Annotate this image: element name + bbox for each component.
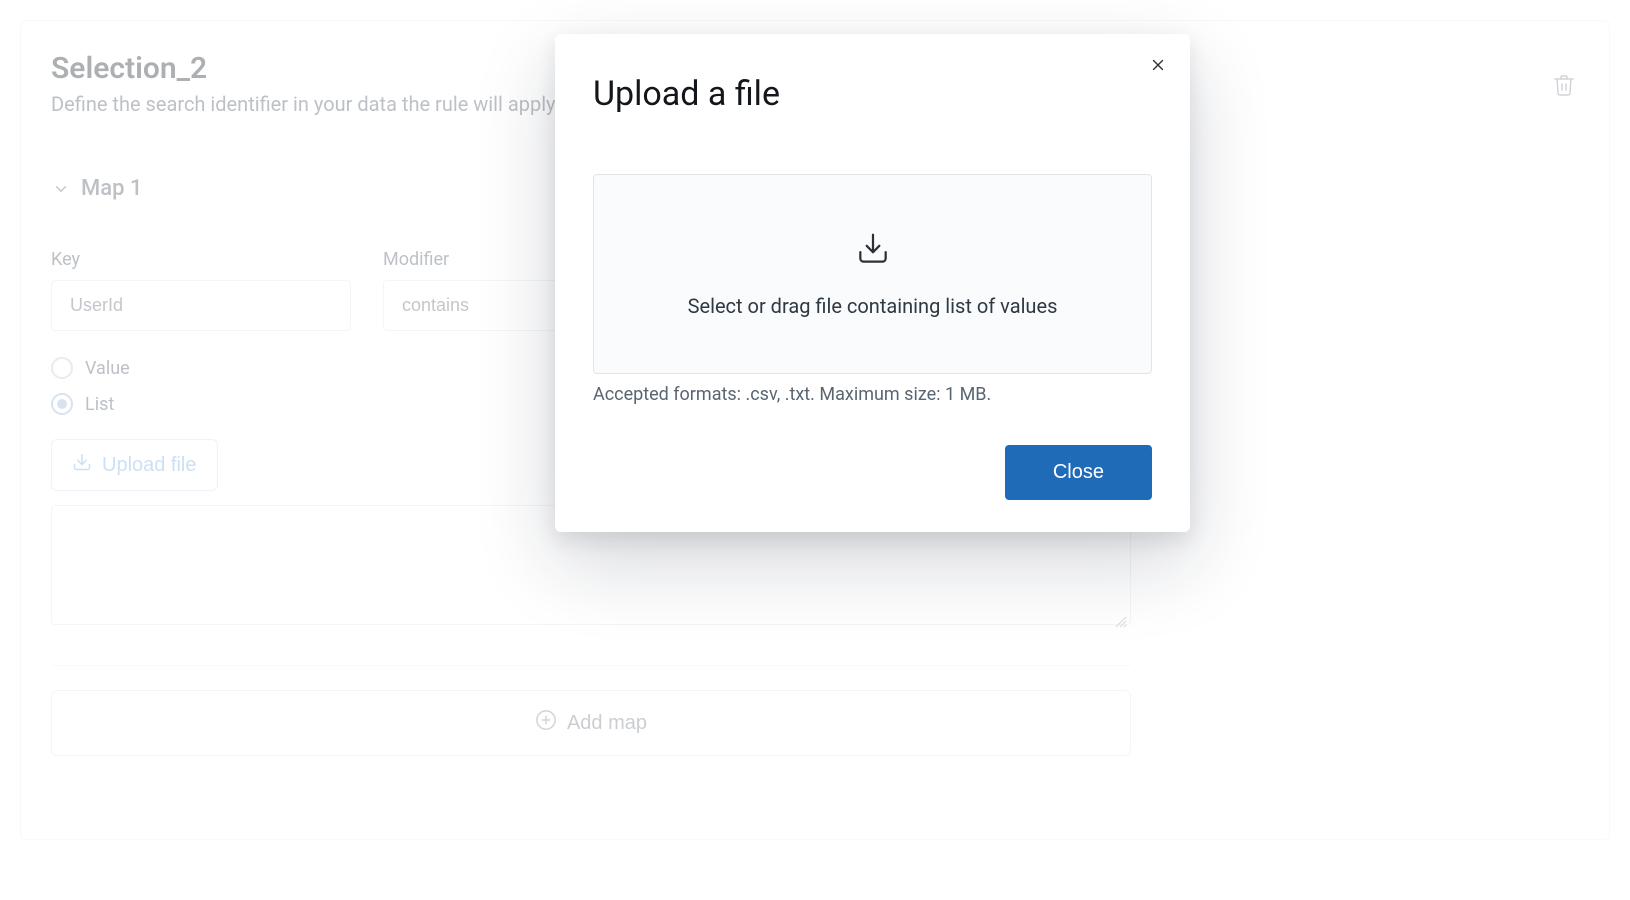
file-dropzone[interactable]: Select or drag file containing list of v… bbox=[593, 174, 1152, 374]
upload-icon bbox=[854, 230, 892, 272]
upload-file-modal: Upload a file Select or drag file contai… bbox=[555, 34, 1190, 532]
dropzone-text: Select or drag file containing list of v… bbox=[688, 294, 1058, 318]
dropzone-hint: Accepted formats: .csv, .txt. Maximum si… bbox=[593, 384, 1152, 405]
modal-close-button[interactable] bbox=[1144, 52, 1172, 80]
modal-title: Upload a file bbox=[593, 74, 1152, 114]
close-icon bbox=[1149, 56, 1167, 77]
close-button[interactable]: Close bbox=[1005, 445, 1152, 500]
